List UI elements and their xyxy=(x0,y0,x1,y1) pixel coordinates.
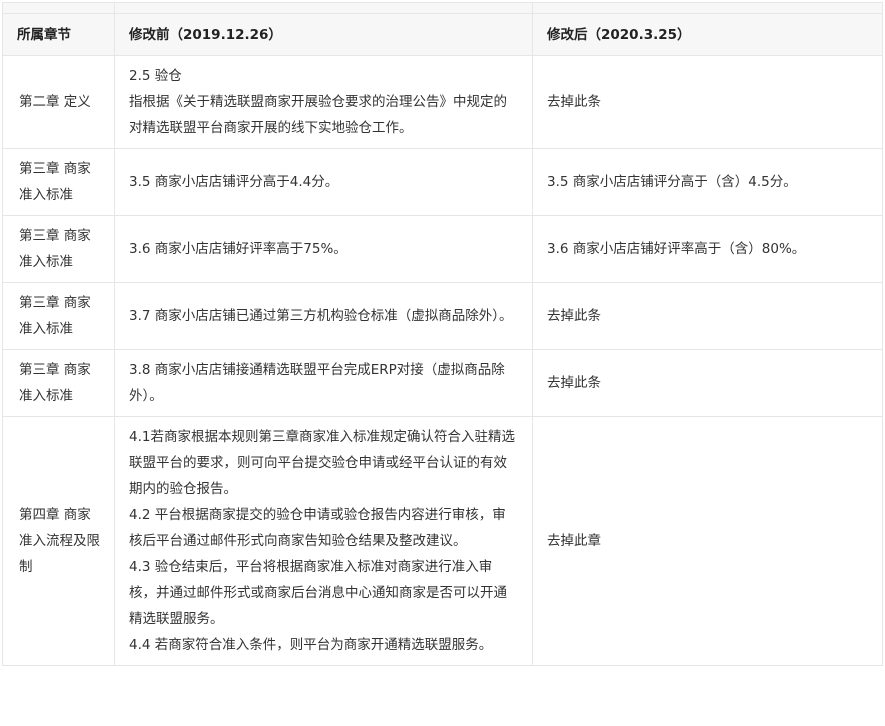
after-cell: 去掉此条 xyxy=(532,282,883,350)
after-cell: 去掉此条 xyxy=(532,349,883,417)
chapter-cell: 第三章 商家准入标准 xyxy=(2,282,115,350)
revision-comparison-table-container: 所属章节 修改前（2019.12.26） 修改后（2020.3.25） 第二章 … xyxy=(0,0,885,726)
header-chapter: 所属章节 xyxy=(2,13,115,56)
header-after: 修改后（2020.3.25） xyxy=(532,13,883,56)
before-cell: 3.5 商家小店店铺评分高于4.4分。 xyxy=(114,148,533,216)
chapter-cell: 第二章 定义 xyxy=(2,55,115,149)
after-cell: 去掉此条 xyxy=(532,55,883,149)
before-cell: 3.6 商家小店店铺好评率高于75%。 xyxy=(114,215,533,283)
before-cell: 2.5 验仓 指根据《关于精选联盟商家开展验仓要求的治理公告》中规定的对精选联盟… xyxy=(114,55,533,149)
table-header-row: 所属章节 修改前（2019.12.26） 修改后（2020.3.25） xyxy=(2,13,883,56)
table-row: 第三章 商家准入标准 3.5 商家小店店铺评分高于4.4分。 3.5 商家小店店… xyxy=(2,148,883,216)
before-line: 4.4 若商家符合准入条件，则平台为商家开通精选联盟服务。 xyxy=(129,637,493,653)
table-row: 第四章 商家准入流程及限制 4.1若商家根据本规则第三章商家准入标准规定确认符合… xyxy=(2,416,883,666)
table-row: 第三章 商家准入标准 3.7 商家小店店铺已通过第三方机构验仓标准（虚拟商品除外… xyxy=(2,282,883,350)
before-line: 指根据《关于精选联盟商家开展验仓要求的治理公告》中规定的对精选联盟平台商家开展的… xyxy=(129,94,507,136)
after-cell: 3.6 商家小店店铺好评率高于（含）80%。 xyxy=(532,215,883,283)
table-row: 第二章 定义 2.5 验仓 指根据《关于精选联盟商家开展验仓要求的治理公告》中规… xyxy=(2,55,883,149)
chapter-cell: 第四章 商家准入流程及限制 xyxy=(2,416,115,666)
before-line: 2.5 验仓 xyxy=(129,68,182,84)
before-line: 4.2 平台根据商家提交的验仓申请或验仓报告内容进行审核，审核后平台通过邮件形式… xyxy=(129,507,506,549)
header-before: 修改前（2019.12.26） xyxy=(114,13,533,56)
revision-comparison-table: 所属章节 修改前（2019.12.26） 修改后（2020.3.25） 第二章 … xyxy=(2,2,883,666)
before-line: 4.1若商家根据本规则第三章商家准入标准规定确认符合入驻精选联盟平台的要求，则可… xyxy=(129,429,515,497)
before-line: 3.6 商家小店店铺好评率高于75%。 xyxy=(129,241,347,257)
before-line: 3.8 商家小店店铺接通精选联盟平台完成ERP对接（虚拟商品除外）。 xyxy=(129,362,505,404)
before-cell: 3.8 商家小店店铺接通精选联盟平台完成ERP对接（虚拟商品除外）。 xyxy=(114,349,533,417)
before-line: 4.3 验仓结束后，平台将根据商家准入标准对商家进行准入审核，并通过邮件形式或商… xyxy=(129,559,507,627)
chapter-cell: 第三章 商家准入标准 xyxy=(2,215,115,283)
table-top-strip xyxy=(2,2,883,14)
chapter-cell: 第三章 商家准入标准 xyxy=(2,148,115,216)
table-row: 第三章 商家准入标准 3.8 商家小店店铺接通精选联盟平台完成ERP对接（虚拟商… xyxy=(2,349,883,417)
before-line: 3.5 商家小店店铺评分高于4.4分。 xyxy=(129,174,339,190)
before-cell: 4.1若商家根据本规则第三章商家准入标准规定确认符合入驻精选联盟平台的要求，则可… xyxy=(114,416,533,666)
before-cell: 3.7 商家小店店铺已通过第三方机构验仓标准（虚拟商品除外）。 xyxy=(114,282,533,350)
before-line: 3.7 商家小店店铺已通过第三方机构验仓标准（虚拟商品除外）。 xyxy=(129,308,513,324)
after-cell: 3.5 商家小店店铺评分高于（含）4.5分。 xyxy=(532,148,883,216)
after-cell: 去掉此章 xyxy=(532,416,883,666)
table-row: 第三章 商家准入标准 3.6 商家小店店铺好评率高于75%。 3.6 商家小店店… xyxy=(2,215,883,283)
chapter-cell: 第三章 商家准入标准 xyxy=(2,349,115,417)
